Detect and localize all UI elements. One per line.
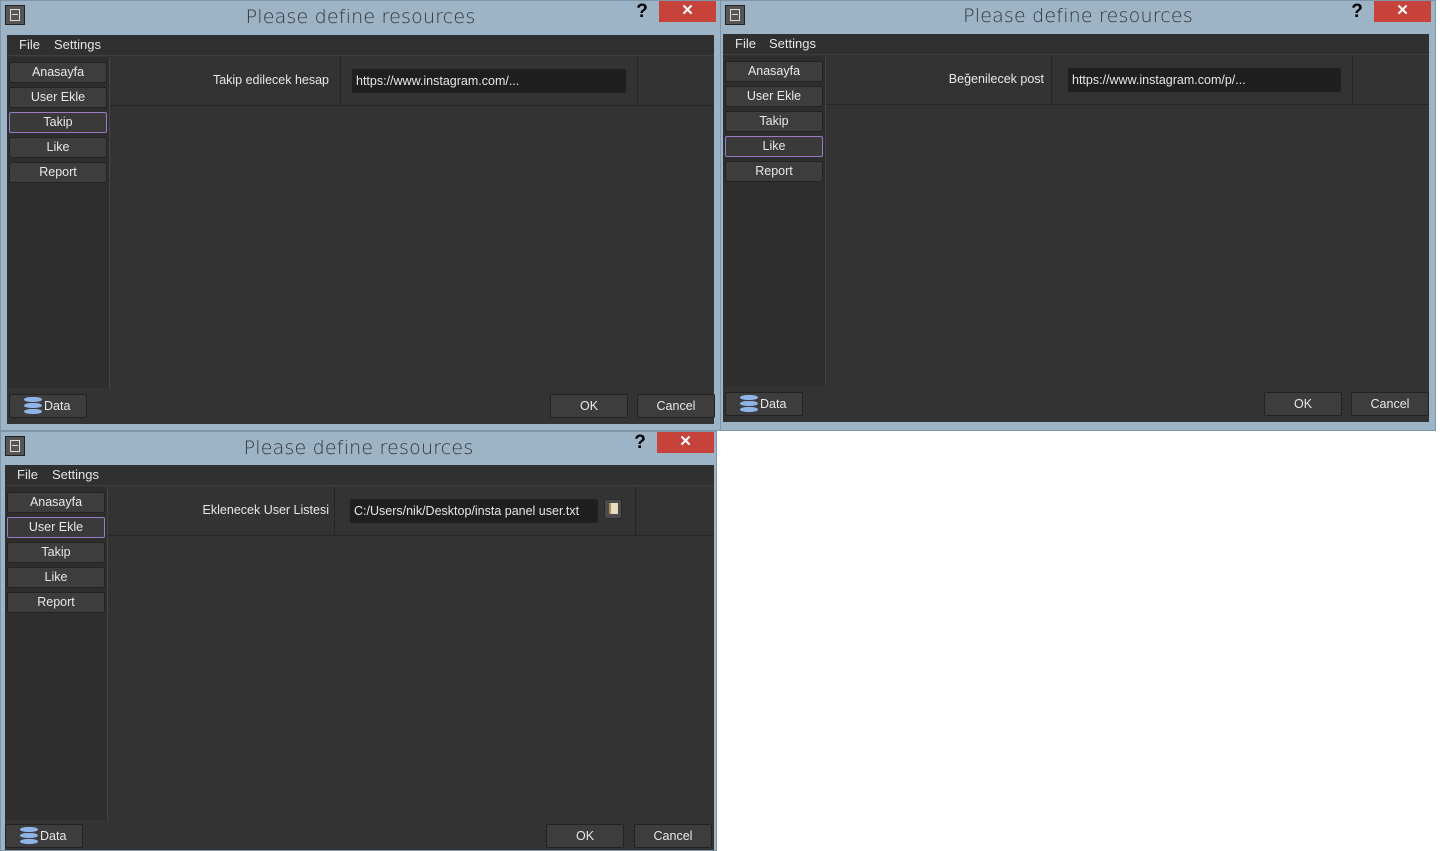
cancel-button[interactable]: Cancel: [634, 824, 712, 848]
sidebar-item-report[interactable]: Report: [725, 161, 823, 182]
dialog-takip: Please define resources ? ✕ File Setting…: [0, 0, 721, 431]
database-icon: [740, 395, 758, 413]
divider: [340, 57, 341, 105]
content-panel: Eklenecek User Listesi C:/Users/nik/Desk…: [108, 487, 714, 820]
form-row: Beğenilecek post https://www.instagram.c…: [826, 56, 1429, 105]
sidebar-item-takip[interactable]: Takip: [725, 111, 823, 132]
post-url-input[interactable]: https://www.instagram.com/p/...: [1068, 68, 1341, 92]
window-title: Please define resources: [243, 437, 474, 459]
close-button[interactable]: ✕: [657, 432, 714, 453]
sidebar-item-like[interactable]: Like: [9, 137, 107, 158]
dialog-like: Please define resources ? ✕ File Setting…: [720, 0, 1436, 431]
form-row: Eklenecek User Listesi C:/Users/nik/Desk…: [108, 487, 714, 536]
ok-button[interactable]: OK: [546, 824, 624, 848]
sidebar-item-report[interactable]: Report: [7, 592, 105, 613]
menu-settings[interactable]: Settings: [54, 37, 101, 52]
data-button-label: Data: [40, 829, 67, 843]
data-button-label: Data: [44, 399, 71, 413]
cancel-button[interactable]: Cancel: [637, 394, 715, 418]
sidebar-item-user-ekle[interactable]: User Ekle: [725, 86, 823, 107]
sidebar-item-anasayfa[interactable]: Anasayfa: [9, 62, 107, 83]
divider: [635, 487, 636, 535]
client-area: File Settings Anasayfa User Ekle Takip L…: [723, 34, 1429, 422]
sidebar-item-user-ekle[interactable]: User Ekle: [9, 87, 107, 108]
data-button-label: Data: [760, 397, 787, 411]
sidebar: Anasayfa User Ekle Takip Like Report: [5, 487, 108, 820]
field-label: Takip edilecek hesap: [212, 73, 329, 87]
menu-bar: File Settings: [5, 465, 714, 486]
ok-button[interactable]: OK: [550, 394, 628, 418]
form-row: Takip edilecek hesap https://www.instagr…: [110, 57, 714, 106]
menu-settings[interactable]: Settings: [769, 36, 816, 51]
close-button[interactable]: ✕: [659, 1, 716, 22]
database-icon: [24, 397, 42, 415]
sidebar-item-report[interactable]: Report: [9, 162, 107, 183]
client-area: File Settings Anasayfa User Ekle Takip L…: [7, 35, 715, 424]
data-button[interactable]: Data: [9, 394, 87, 418]
sidebar: Anasayfa User Ekle Takip Like Report: [7, 57, 110, 388]
sidebar-item-anasayfa[interactable]: Anasayfa: [7, 492, 105, 513]
divider: [637, 57, 638, 105]
account-url-input[interactable]: https://www.instagram.com/...: [352, 69, 626, 93]
sidebar-item-takip[interactable]: Takip: [9, 112, 107, 133]
field-label: Beğenilecek post: [948, 72, 1044, 86]
browse-file-icon[interactable]: [604, 499, 622, 519]
divider: [1352, 56, 1353, 104]
user-list-path-input[interactable]: C:/Users/nik/Desktop/insta panel user.tx…: [350, 499, 598, 523]
bottom-bar: Data OK Cancel: [723, 386, 1429, 422]
bottom-bar: Data OK Cancel: [5, 820, 714, 850]
data-button[interactable]: Data: [725, 392, 803, 416]
window-title: Please define resources: [963, 5, 1193, 27]
content-panel: Beğenilecek post https://www.instagram.c…: [826, 56, 1429, 386]
content-panel: Takip edilecek hesap https://www.instagr…: [110, 57, 714, 388]
sidebar-item-takip[interactable]: Takip: [7, 542, 105, 563]
sidebar-item-like[interactable]: Like: [725, 136, 823, 157]
window-title: Please define resources: [245, 6, 476, 28]
divider: [334, 487, 335, 535]
menu-bar: File Settings: [723, 34, 1429, 55]
ok-button[interactable]: OK: [1264, 392, 1342, 416]
help-button[interactable]: ?: [632, 1, 652, 25]
title-bar[interactable]: Please define resources ? ✕: [1, 1, 720, 33]
menu-file[interactable]: File: [19, 37, 40, 52]
bottom-bar: Data OK Cancel: [7, 388, 715, 424]
sidebar-item-anasayfa[interactable]: Anasayfa: [725, 61, 823, 82]
sidebar: Anasayfa User Ekle Takip Like Report: [723, 56, 826, 386]
menu-bar: File Settings: [7, 35, 714, 56]
menu-settings[interactable]: Settings: [52, 467, 99, 482]
title-bar[interactable]: Please define resources ? ✕: [1, 432, 716, 464]
menu-file[interactable]: File: [735, 36, 756, 51]
help-button[interactable]: ?: [1347, 1, 1367, 25]
sidebar-item-user-ekle[interactable]: User Ekle: [7, 517, 105, 538]
divider: [1051, 56, 1052, 104]
database-icon: [20, 827, 38, 845]
field-label: Eklenecek User Listesi: [202, 503, 329, 517]
dialog-user-ekle: Please define resources ? ✕ File Setting…: [0, 431, 717, 851]
cancel-button[interactable]: Cancel: [1351, 392, 1429, 416]
client-area: File Settings Anasayfa User Ekle Takip L…: [5, 465, 714, 850]
close-button[interactable]: ✕: [1374, 1, 1431, 22]
menu-file[interactable]: File: [17, 467, 38, 482]
title-bar[interactable]: Please define resources ? ✕: [721, 1, 1435, 33]
help-button[interactable]: ?: [630, 432, 650, 456]
sidebar-item-like[interactable]: Like: [7, 567, 105, 588]
data-button[interactable]: Data: [5, 824, 83, 848]
